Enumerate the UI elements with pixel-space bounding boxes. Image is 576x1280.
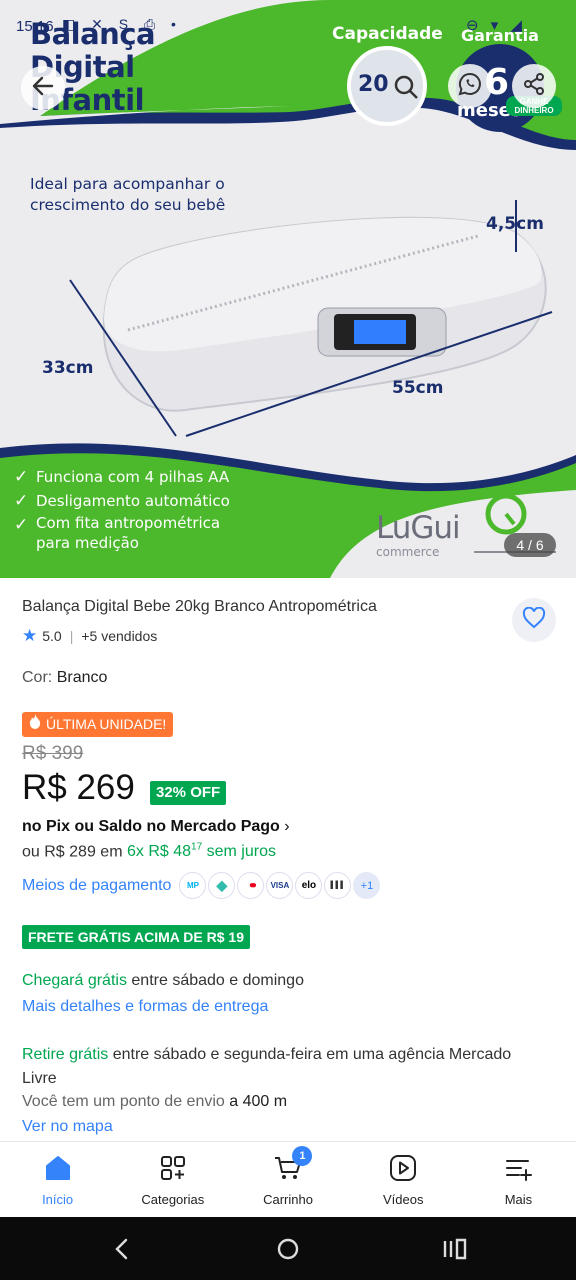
installments-suffix: sem juros: [206, 843, 276, 861]
system-recents-icon[interactable]: [442, 1237, 468, 1266]
feature-list: ✓ Funciona com 4 pilhas AA ✓ Desligamento …: [14, 465, 256, 553]
zoom-search-icon[interactable]: [393, 74, 419, 105]
original-price: R$ 399: [22, 743, 84, 764]
whatsapp-icon: [457, 71, 483, 102]
brand-logo-sub: commerce: [376, 545, 440, 559]
image-counter: 4 / 6: [504, 533, 556, 557]
pix-payment-link[interactable]: no Pix ou Saldo no Mercado Pago ›: [22, 818, 290, 836]
color-value: Branco: [56, 669, 108, 686]
pickup-info: Retire grátis entre sábado e segunda-fei…: [22, 1043, 542, 1091]
heart-icon: [522, 606, 546, 634]
nav-item-cart[interactable]: 1 Carrinho: [230, 1142, 345, 1217]
arrival-dates: entre sábado e domingo: [131, 972, 304, 989]
dimension-depth: 33cm: [42, 358, 94, 378]
free-shipping-badge: FRETE GRÁTIS ACIMA DE R$ 19: [22, 925, 250, 949]
payment-methods-row[interactable]: Meios de pagamento MP ◆ ●● VISA elo ▌▌▌ …: [22, 872, 381, 899]
capacity-value: 20: [358, 72, 389, 97]
dimension-width: 55cm: [392, 378, 444, 398]
dimension-height: 4,5cm: [486, 214, 544, 234]
categories-icon: [159, 1154, 187, 1187]
rating-value: 5.0: [42, 628, 62, 644]
promo-subtitle: Ideal para acompanhar o crescimento do s…: [30, 175, 226, 214]
mastercard-icon: ●●: [237, 872, 265, 899]
brand-logo: LuGui: [376, 510, 461, 546]
system-navigation-bar: [0, 1217, 576, 1280]
arrival-free: Chegará grátis: [22, 972, 127, 989]
nav-label: Categorias: [141, 1192, 205, 1207]
feature-text: Funciona com 4 pilhas AA: [36, 468, 230, 486]
nav-item-home[interactable]: Início: [0, 1142, 115, 1217]
checkmark-icon: ✓: [14, 515, 29, 535]
favorite-button[interactable]: [512, 598, 556, 642]
elo-icon: elo: [295, 872, 323, 899]
chevron-right-icon: ›: [284, 818, 290, 835]
product-title: Balança Digital Bebe 20kg Branco Antropo…: [22, 598, 377, 615]
divider: |: [69, 628, 74, 644]
nav-item-more[interactable]: Mais: [461, 1142, 576, 1217]
feature-item: ✓ Funciona com 4 pilhas AA: [14, 465, 256, 489]
installments-mid: em: [100, 843, 123, 861]
pickup-free: Retire grátis: [22, 1046, 109, 1063]
pickup-point-distance: a 400 m: [229, 1093, 288, 1110]
boleto-icon: ▌▌▌: [324, 872, 352, 899]
status-system-icons: ⊖ ▾ ◢: [466, 17, 526, 34]
sold-count: +5 vendidos: [81, 628, 158, 644]
last-unit-badge: ÚLTIMA UNIDADE!: [22, 712, 174, 737]
payment-methods-link[interactable]: Meios de pagamento: [22, 877, 171, 895]
color-label: Cor:: [22, 669, 53, 686]
nav-item-videos[interactable]: Vídeos: [346, 1142, 461, 1217]
installments-cents: 17: [191, 842, 203, 853]
product-image-gallery[interactable]: Balança Digital Infantil Capacidade Gara…: [0, 0, 576, 578]
installments-info: ou R$ 289 em 6x R$ 4817 sem juros: [22, 842, 276, 861]
menu-plus-icon: [504, 1154, 533, 1187]
installments-value: 6x R$ 48: [126, 843, 192, 861]
payment-more-count[interactable]: +1: [353, 872, 381, 899]
feature-text: Desligamento automático: [36, 492, 230, 510]
star-icon: ★: [22, 626, 38, 645]
arrival-info: Chegará grátis entre sábado e domingo: [22, 972, 304, 990]
feature-text: Com fita antropométrica para medição: [36, 514, 221, 552]
rating-row[interactable]: ★ 5.0 | +5 vendidos: [22, 626, 157, 646]
pix-icon: ◆: [208, 872, 236, 899]
fire-icon: [29, 712, 41, 737]
shipping-details-link[interactable]: Mais detalhes e formas de entrega: [22, 998, 268, 1016]
arrow-left-icon: [30, 73, 56, 104]
nav-label: Vídeos: [382, 1192, 424, 1207]
nav-item-categories[interactable]: Categorias: [115, 1142, 230, 1217]
view-on-map-link[interactable]: Ver no mapa: [22, 1118, 113, 1136]
nav-label: Mais: [504, 1192, 533, 1207]
system-back-icon[interactable]: [110, 1237, 134, 1266]
feature-item: ✓ Desligamento automático: [14, 489, 256, 513]
whatsapp-button[interactable]: [448, 64, 492, 108]
bottom-navigation: Início Categorias 1 Carrinho Vídeos Mais: [0, 1141, 576, 1217]
back-button[interactable]: [21, 66, 65, 110]
last-unit-text: ÚLTIMA UNIDADE!: [46, 716, 167, 732]
feature-item: ✓ Com fita antropométrica para medição: [14, 513, 256, 553]
system-home-icon[interactable]: [276, 1237, 300, 1266]
video-icon: [389, 1154, 417, 1187]
status-notification-icons: ◧ ✕ S ⎙ •: [62, 16, 182, 32]
discount-badge: 32% OFF: [150, 781, 227, 805]
nav-label: Carrinho: [263, 1192, 313, 1207]
cart-count-badge: 1: [292, 1146, 313, 1166]
nav-label: Início: [42, 1192, 74, 1207]
checkmark-icon: ✓: [14, 491, 29, 511]
installments-total: ou R$ 289: [22, 843, 96, 861]
color-selector[interactable]: Cor: Branco: [22, 669, 107, 687]
visa-icon: VISA: [266, 872, 294, 899]
current-price: R$ 269: [22, 768, 135, 807]
capacity-label: Capacidade: [332, 24, 443, 44]
pix-text: no Pix ou Saldo no Mercado Pago: [22, 818, 280, 835]
mp-icon: MP: [179, 872, 207, 899]
home-icon: [44, 1154, 72, 1187]
share-button[interactable]: [512, 64, 556, 108]
share-icon: [522, 72, 546, 101]
pickup-point-text: Você tem um ponto de envio: [22, 1093, 225, 1110]
checkmark-icon: ✓: [14, 467, 29, 487]
pickup-point-info: Você tem um ponto de envio a 400 m: [22, 1093, 287, 1111]
status-time: 15:16: [16, 18, 54, 35]
